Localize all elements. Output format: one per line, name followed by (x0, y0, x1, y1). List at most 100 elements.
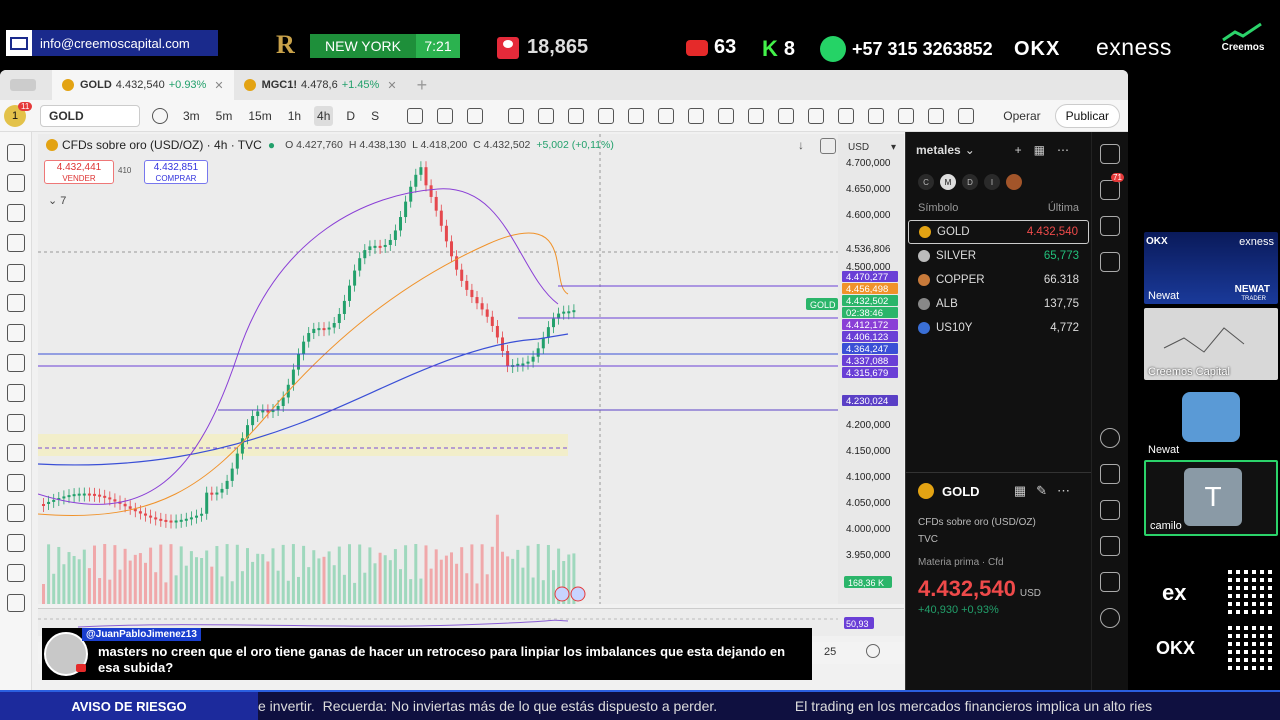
link-icon[interactable] (7, 564, 25, 582)
col-symbol[interactable]: Símbolo (918, 202, 958, 214)
currency-select[interactable]: USD ▾ (844, 138, 900, 156)
buy-button[interactable]: 4.432,851 COMPRAR (144, 160, 208, 184)
watchlist-actions[interactable]: +▦⋯ (1015, 143, 1081, 157)
tab-gold[interactable]: GOLD 4.432,540 +0.93% ✕ (52, 70, 234, 100)
chart-toolbar: 1 11 GOLD 3m 5m 15m 1h 4h D S Operar Pub… (0, 100, 1128, 132)
qr-code-icon (1224, 626, 1272, 674)
indicators-icon[interactable] (467, 107, 484, 124)
settings-icon[interactable] (866, 644, 880, 658)
tf-5m[interactable]: 5m (213, 106, 236, 126)
tf-d[interactable]: D (343, 106, 358, 126)
trend-line-icon[interactable] (628, 107, 645, 124)
sell-button[interactable]: 4.432,441 VENDER (44, 160, 114, 184)
alert-icon[interactable] (868, 107, 885, 124)
candle-body (169, 520, 173, 523)
volume-bar (368, 547, 372, 604)
tf-15m[interactable]: 15m (245, 106, 274, 126)
arrow-down-icon[interactable] (778, 107, 795, 124)
target-icon[interactable] (598, 107, 615, 124)
bell-icon[interactable] (1100, 572, 1120, 592)
detail-actions[interactable]: ▦✎⋯ (1014, 483, 1080, 499)
lines-icon[interactable] (838, 107, 855, 124)
price-chart[interactable]: 4.700,000 4.650,000 4.600,000 4.536,806 4.50… (38, 134, 904, 604)
add-tab-icon[interactable]: + (407, 70, 438, 100)
add-symbol-icon[interactable] (152, 107, 168, 124)
ideas-icon[interactable] (1100, 464, 1120, 484)
detail-symbol[interactable]: GOLD (942, 484, 980, 499)
close-icon[interactable]: ✕ (387, 79, 396, 92)
watchlist-icon[interactable] (1100, 144, 1120, 164)
fib-tool-icon[interactable] (7, 264, 25, 282)
line-tool-icon[interactable] (7, 174, 25, 192)
rectangle-icon[interactable] (808, 107, 825, 124)
filter-i[interactable]: I (984, 174, 1000, 190)
indicators-collapse[interactable]: ⌄ 7 (48, 194, 66, 207)
line-chart-icon[interactable] (437, 107, 454, 124)
magnet-icon[interactable] (7, 444, 25, 462)
y-tick-label: 4.100,000 (846, 472, 891, 483)
arrow-down-icon[interactable]: ↓ (798, 138, 814, 154)
watchlist-row-gold[interactable]: GOLD 4.432,540 (908, 220, 1089, 244)
col-last[interactable]: Última (1048, 202, 1079, 214)
calendar-icon[interactable] (1100, 500, 1120, 520)
refresh-icon[interactable] (820, 138, 836, 154)
stream-icon[interactable] (1100, 536, 1120, 556)
symbol-search-input[interactable]: GOLD (40, 104, 140, 127)
pattern-tool-icon[interactable] (7, 234, 25, 252)
shape-tool-icon[interactable] (7, 294, 25, 312)
filter-flag-icon[interactable] (1006, 174, 1022, 190)
tf-3m[interactable]: 3m (180, 106, 203, 126)
watchlist-row-alb[interactable]: ALB 137,75 (906, 292, 1091, 316)
operar-button[interactable]: Operar (995, 105, 1048, 127)
crosshair-icon[interactable] (7, 144, 25, 162)
watchlist-row-copper[interactable]: COPPER 66.318 (906, 268, 1091, 292)
close-icon[interactable]: ✕ (214, 79, 223, 92)
settings-icon[interactable] (898, 107, 915, 124)
tab-mgc1[interactable]: MGC1! 4.478,6 +1.45% ✕ (234, 70, 407, 100)
lock-draw-icon[interactable] (7, 474, 25, 492)
camera-icon[interactable] (958, 107, 975, 124)
filter-m[interactable]: M (940, 174, 956, 190)
watchlist-row-silver[interactable]: SILVER 65,773 (906, 244, 1091, 268)
chat-icon[interactable] (1100, 252, 1120, 272)
tf-4h[interactable]: 4h (314, 105, 334, 126)
volume-bar (118, 569, 122, 604)
fib-icon[interactable] (748, 107, 765, 124)
zigzag-icon[interactable] (718, 107, 735, 124)
horizontal-line-icon[interactable] (538, 107, 555, 124)
lock-icon[interactable] (7, 504, 25, 522)
us-flag-icon[interactable] (570, 586, 586, 602)
row-symbol: ALB (936, 298, 958, 310)
zoom-icon[interactable] (7, 414, 25, 432)
eye-icon[interactable] (7, 534, 25, 552)
tf-1h[interactable]: 1h (285, 106, 304, 126)
watchlist-row-us10y[interactable]: US10Y 4,772 (906, 316, 1091, 340)
fullscreen-icon[interactable] (928, 107, 945, 124)
chevron-down-icon[interactable]: ⌄ (965, 143, 975, 157)
ruler-icon[interactable] (7, 384, 25, 402)
filter-d[interactable]: D (962, 174, 978, 190)
sidebar-toggle-icon[interactable] (0, 70, 52, 100)
apps-grid-icon[interactable] (1100, 608, 1120, 628)
text-tool-icon[interactable] (7, 324, 25, 342)
parallel-tool-icon[interactable] (7, 204, 25, 222)
tab-label: GOLD (80, 79, 112, 91)
tf-s[interactable]: S (368, 106, 382, 126)
move-icon[interactable] (508, 107, 525, 124)
chart-canvas[interactable]: 4.700,0004.650,0004.600,0004.536,8064.50… (38, 134, 904, 604)
target-icon[interactable] (1100, 428, 1120, 448)
okx-logo: OKX (1014, 38, 1061, 60)
us-flag-icon[interactable] (554, 586, 570, 602)
watchlist-title[interactable]: metales (916, 143, 961, 157)
emoji-tool-icon[interactable] (7, 354, 25, 372)
layers-icon[interactable] (1100, 216, 1120, 236)
alerts-icon[interactable]: 71 (1100, 173, 1124, 200)
filter-c[interactable]: C (918, 174, 934, 190)
ray-icon[interactable] (568, 107, 585, 124)
pen-icon[interactable] (688, 107, 705, 124)
sell-price: 4.432,441 (56, 162, 102, 173)
trash-icon[interactable] (7, 594, 25, 612)
candles-icon[interactable] (407, 107, 424, 124)
brush-icon[interactable] (658, 107, 675, 124)
publish-button[interactable]: Publicar (1054, 103, 1120, 128)
